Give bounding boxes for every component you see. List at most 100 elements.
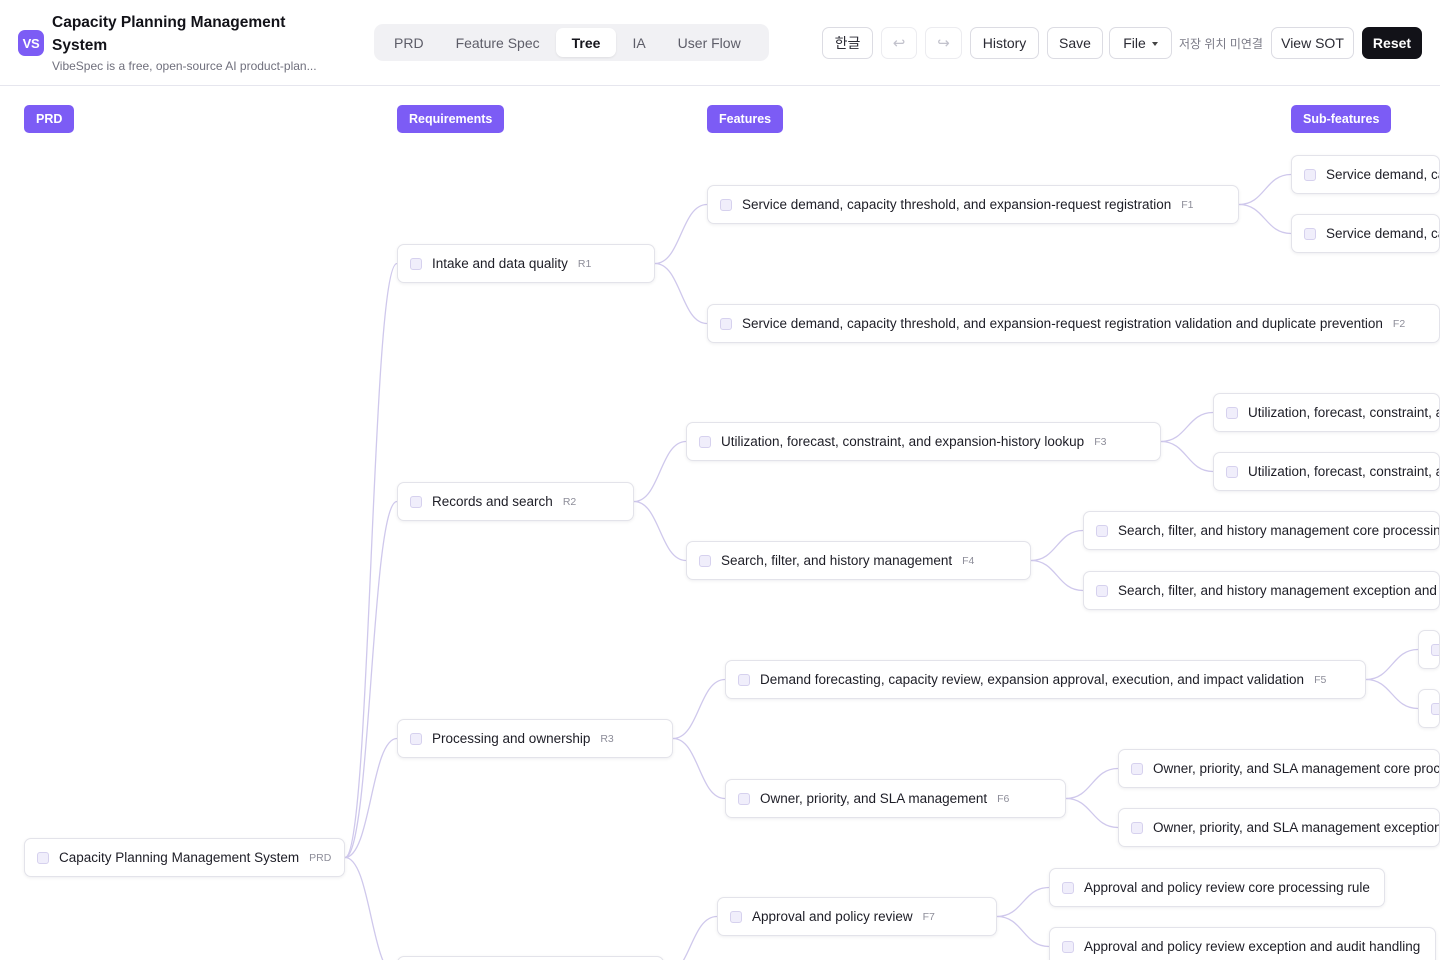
tree-node-feature[interactable]: Demand forecasting, capacity review, exp… xyxy=(725,660,1366,699)
node-checkbox[interactable] xyxy=(1226,465,1238,478)
view-tabs: PRD Feature Spec Tree IA User Flow xyxy=(374,24,769,61)
save-location-status: 저장 위치 미연결 xyxy=(1179,37,1263,51)
tree-edge xyxy=(633,440,687,503)
tree-edge xyxy=(672,678,726,740)
tree-node-subfeature[interactable]: Owner, priority, and SLA management exce… xyxy=(1118,808,1440,847)
node-checkbox[interactable] xyxy=(720,198,732,211)
node-code: F7 xyxy=(922,910,935,923)
node-checkbox[interactable] xyxy=(738,673,750,686)
node-label: Utilization, forecast, constraint, and e… xyxy=(1248,464,1439,479)
tab-user-flow[interactable]: User Flow xyxy=(662,28,757,57)
node-checkbox[interactable] xyxy=(699,554,711,567)
node-checkbox[interactable] xyxy=(730,910,742,923)
node-label: Service demand, capacity threshold, and … xyxy=(742,316,1383,331)
node-checkbox[interactable] xyxy=(1096,584,1108,597)
app-logo: VS xyxy=(18,30,44,56)
tree-edge xyxy=(654,262,708,325)
node-label: Search, filter, and history management xyxy=(721,553,953,568)
tree-edge xyxy=(996,915,1050,948)
reset-button[interactable]: Reset xyxy=(1362,27,1422,59)
tree-edge xyxy=(344,737,398,859)
tree-node-feature[interactable]: Approval and policy review F7 xyxy=(717,897,997,936)
node-checkbox[interactable] xyxy=(699,435,711,448)
tree-edge xyxy=(1030,529,1084,562)
tab-prd[interactable]: PRD xyxy=(378,28,440,57)
tree-edge xyxy=(1030,559,1084,592)
node-checkbox[interactable] xyxy=(1431,702,1439,715)
node-code: F5 xyxy=(1314,673,1327,686)
node-checkbox[interactable] xyxy=(1304,227,1316,240)
node-checkbox[interactable] xyxy=(410,495,422,508)
node-checkbox[interactable] xyxy=(1062,881,1074,894)
tree-node-subfeature[interactable]: Utilization, forecast, constraint, and e… xyxy=(1213,452,1440,491)
node-label: Owner, priority, and SLA management xyxy=(760,791,988,806)
tree-node-feature[interactable]: Utilization, forecast, constraint, and e… xyxy=(686,422,1161,461)
node-checkbox[interactable] xyxy=(1226,406,1238,419)
tree-node-feature[interactable]: Service demand, capacity threshold, and … xyxy=(707,185,1239,224)
tree-node-subfeature[interactable] xyxy=(1418,630,1440,669)
tree-edge xyxy=(672,737,726,800)
tree-edge xyxy=(1065,767,1119,800)
node-checkbox[interactable] xyxy=(738,792,750,805)
file-menu-label: File xyxy=(1123,35,1146,51)
node-label: Owner, priority, and SLA management exce… xyxy=(1153,820,1440,835)
node-checkbox[interactable] xyxy=(37,851,49,864)
node-checkbox[interactable] xyxy=(410,732,422,745)
node-label: Service demand, capacity threshold, and … xyxy=(1326,167,1439,182)
tree-edge xyxy=(1238,203,1292,235)
tab-feature-spec[interactable]: Feature Spec xyxy=(440,28,556,57)
node-label: Utilization, forecast, constraint, and e… xyxy=(1248,405,1439,420)
history-button[interactable]: History xyxy=(970,27,1039,59)
undo-icon[interactable]: ↩ xyxy=(881,27,917,59)
node-checkbox[interactable] xyxy=(1062,940,1074,953)
node-label: Approval and policy review xyxy=(752,909,913,924)
node-checkbox[interactable] xyxy=(1131,762,1143,775)
tab-ia[interactable]: IA xyxy=(616,28,661,57)
redo-icon[interactable]: ↪ xyxy=(925,27,962,59)
view-sot-button[interactable]: View SOT xyxy=(1271,27,1354,59)
save-button[interactable]: Save xyxy=(1047,27,1103,59)
tree-node-root[interactable]: Capacity Planning Management System PRD xyxy=(24,838,345,877)
node-code: R2 xyxy=(562,495,577,508)
chevron-down-icon xyxy=(1151,41,1158,46)
language-toggle-button[interactable]: 한글 xyxy=(822,27,873,59)
node-code: PRD xyxy=(309,851,332,864)
tree-edge xyxy=(633,500,687,562)
tree-node-subfeature[interactable]: Search, filter, and history management c… xyxy=(1083,511,1440,550)
tree-edge xyxy=(654,203,708,265)
tree-node-requirement[interactable]: Records and search R2 xyxy=(397,482,634,521)
tree-node-subfeature[interactable]: Search, filter, and history management e… xyxy=(1083,571,1440,610)
node-checkbox[interactable] xyxy=(410,257,422,270)
column-badge-prd: PRD xyxy=(24,105,75,133)
tree-node-requirement[interactable]: Processing and ownership R3 xyxy=(397,719,673,758)
tree-node-subfeature[interactable]: Approval and policy review core processi… xyxy=(1049,868,1385,907)
tree-node-requirement[interactable] xyxy=(397,956,664,960)
tree-canvas[interactable]: PRD Requirements Features Sub-features C… xyxy=(0,86,1440,960)
tree-node-feature[interactable]: Search, filter, and history management F… xyxy=(686,541,1031,580)
tree-node-subfeature[interactable]: Approval and policy review exception and… xyxy=(1049,927,1436,960)
file-menu-button[interactable]: File xyxy=(1109,27,1172,59)
tree-node-requirement[interactable]: Intake and data quality R1 xyxy=(397,244,655,283)
tree-node-subfeature[interactable]: Service demand, capacity threshold, and … xyxy=(1291,214,1440,253)
node-code: F3 xyxy=(1094,435,1107,448)
node-code: F2 xyxy=(1392,317,1406,330)
node-label: Approval and policy review core processi… xyxy=(1084,880,1370,895)
node-checkbox[interactable] xyxy=(1431,643,1439,656)
node-checkbox[interactable] xyxy=(720,317,732,330)
tree-node-subfeature[interactable]: Utilization, forecast, constraint, and e… xyxy=(1213,393,1440,432)
tab-tree[interactable]: Tree xyxy=(555,28,617,57)
node-label: Service demand, capacity threshold, and … xyxy=(742,197,1172,212)
node-checkbox[interactable] xyxy=(1304,168,1316,181)
tree-node-subfeature[interactable]: Service demand, capacity threshold, and … xyxy=(1291,155,1440,194)
tree-node-feature[interactable]: Owner, priority, and SLA management F6 xyxy=(725,779,1066,818)
node-code: R3 xyxy=(600,732,614,745)
tree-node-subfeature[interactable]: Owner, priority, and SLA management core… xyxy=(1118,749,1440,788)
node-label: Capacity Planning Management System xyxy=(59,850,300,865)
tree-node-subfeature[interactable] xyxy=(1418,689,1440,728)
node-checkbox[interactable] xyxy=(1096,524,1108,537)
tree-edge xyxy=(1238,173,1292,206)
tree-node-feature[interactable]: Service demand, capacity threshold, and … xyxy=(707,304,1440,343)
node-checkbox[interactable] xyxy=(1131,821,1143,834)
node-label: Intake and data quality xyxy=(432,256,568,271)
tree-edge xyxy=(1365,678,1419,710)
